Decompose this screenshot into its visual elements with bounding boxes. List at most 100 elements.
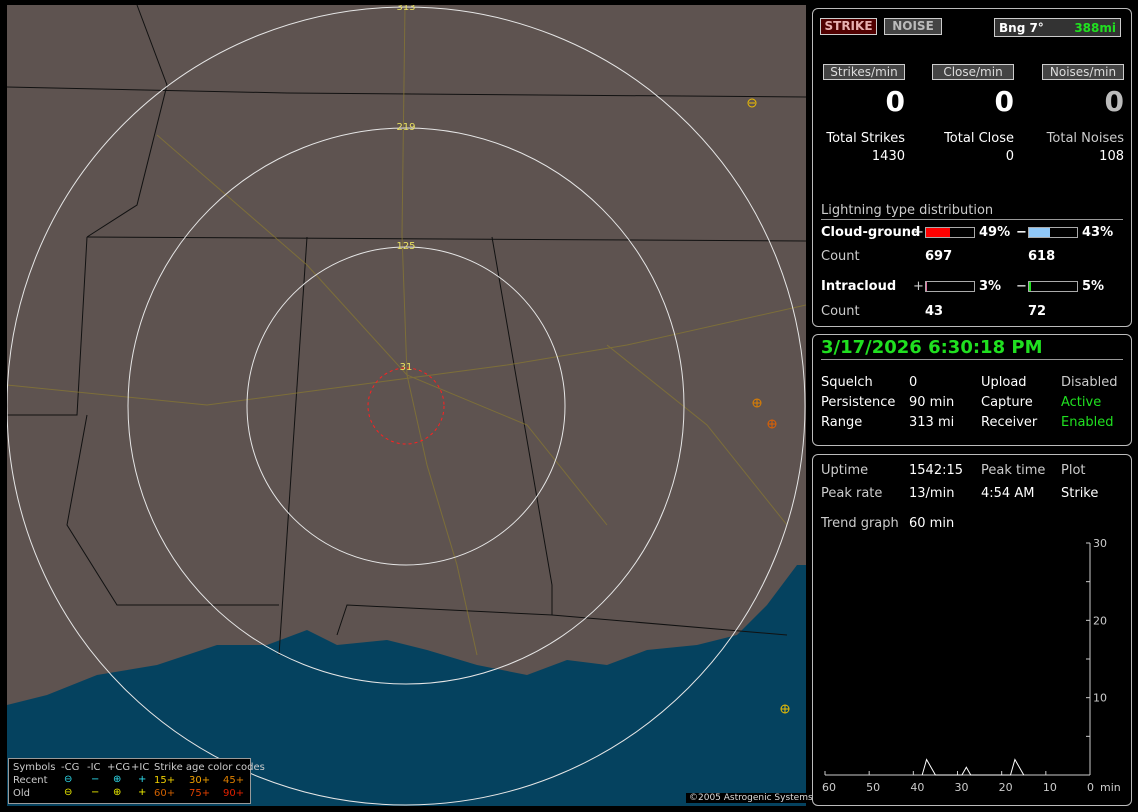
total-strikes-label: Total Strikes [826,131,905,146]
peak-rate-label: Peak rate [821,486,883,501]
age-code: 15+ [154,775,176,786]
trend-graph: 60 50 40 30 20 10 0 min 30 20 10 [822,537,1121,794]
ic-minus-count: 72 [1028,304,1047,319]
ic-plus-count: 43 [925,304,944,319]
info-value: 0 [909,375,918,390]
intracloud-label: Intracloud [821,279,897,294]
y-tick-label: 10 [1093,692,1107,705]
x-tick-label: 20 [999,781,1013,794]
age-code: 45+ [223,775,245,786]
cg-minus-bar [1028,227,1078,238]
count-label: Count [821,304,860,319]
info-value: Enabled [1061,415,1114,430]
plus-cg-old-icon: ⊕ [113,787,122,798]
info-label: Squelch [821,375,873,390]
y-tick-label: 20 [1093,614,1107,627]
uptime-value: 1542:15 [909,463,964,478]
plus-sign: + [913,225,924,240]
x-tick-label: 50 [866,781,880,794]
cloud-ground-label: Cloud-ground [821,225,921,240]
legend-col: +CG [107,762,131,773]
range-ring-label: 313 [396,5,416,13]
minus-cg-recent-icon: ⊖ [64,774,73,785]
roads [7,5,806,656]
stats-panel: Uptime 1542:15 Peak time Plot Peak rate … [812,454,1132,806]
cg-minus-count: 618 [1028,249,1056,264]
ic-plus-percent: 3% [979,279,1002,294]
age-code: 90+ [223,788,245,799]
strikes-per-min-button[interactable]: Strikes/min [823,64,905,80]
x-tick-label: 40 [910,781,924,794]
info-label: Capture [981,395,1033,410]
state-borders [7,5,806,656]
info-label: Persistence [821,395,896,410]
total-noises-label: Total Noises [1046,131,1124,146]
strike-button[interactable]: STRIKE [820,18,877,35]
legend-symbols-label: Symbols [13,762,56,773]
info-value: 313 mi [909,415,955,430]
x-tick-label: 60 [822,781,836,794]
peak-time-value: 4:54 AM [981,486,1035,501]
x-tick-label: 0 [1087,781,1094,794]
peak-rate-value: 13/min [909,486,955,501]
close-per-min-button[interactable]: Close/min [932,64,1014,80]
cg-minus-percent: 43% [1082,225,1114,240]
count-label: Count [821,249,860,264]
range-ring-label: 125 [396,241,416,252]
noises-per-min-value: 0 [1104,85,1124,118]
ic-minus-bar [1028,281,1078,292]
minus-sign: − [1016,279,1027,294]
minus-cg-old-icon: ⊖ [64,787,73,798]
x-tick-label: 10 [1043,781,1057,794]
total-strikes-value: 1430 [871,149,905,164]
range-ring-label: 219 [396,122,416,133]
info-value: 90 min [909,395,955,410]
total-close-label: Total Close [944,131,1014,146]
legend-col: -CG [61,762,80,773]
minus-ic-old-icon: − [91,787,100,798]
x-unit-label: min [1100,781,1121,794]
info-label: Receiver [981,415,1038,430]
info-label: Upload [981,375,1027,390]
uptime-label: Uptime [821,463,869,478]
plus-ic-old-icon: + [138,787,147,798]
ic-plus-bar [925,281,975,292]
close-range-ring [367,367,445,445]
strike-map[interactable]: 313 219 125 31 [7,5,806,806]
cg-plus-percent: 49% [979,225,1011,240]
age-code: 75+ [189,788,211,799]
y-tick-label: 30 [1093,537,1107,550]
noise-button[interactable]: NOISE [884,18,942,35]
plus-cg-recent-icon: ⊕ [113,774,122,785]
plus-ic-recent-icon: + [138,774,147,785]
ic-minus-percent: 5% [1082,279,1105,294]
distance-value: 388mi [1074,21,1116,35]
info-value: Active [1061,395,1102,410]
noises-per-min-button[interactable]: Noises/min [1042,64,1124,80]
plot-value[interactable]: Strike [1061,486,1098,501]
status-panel: STRIKE NOISE Bng 7° 388mi Strikes/min Cl… [812,8,1132,327]
plus-sign: + [913,279,924,294]
peak-time-label: Peak time [981,463,1046,478]
info-panel: 3/17/2026 6:30:18 PM Squelch 0 Upload Disab… [812,334,1132,446]
trend-line [921,758,1025,776]
cg-plus-bar [925,227,975,238]
minus-sign: − [1016,225,1027,240]
close-per-min-value: 0 [994,85,1014,118]
total-close-value: 0 [1005,149,1014,164]
strikes-per-min-value: 0 [885,85,905,118]
trend-graph-value[interactable]: 60 min [909,516,954,531]
age-code: 30+ [189,775,211,786]
info-label: Range [821,415,863,430]
minus-ic-recent-icon: − [91,774,100,785]
trend-graph-label: Trend graph [821,516,899,531]
legend-age-title: Strike age color codes [154,762,265,773]
info-value: Disabled [1061,375,1118,390]
map-legend: Symbols -CG -IC +CG +IC Strike age color… [8,758,265,804]
legend-old-label: Old [13,788,30,799]
bearing-display: Bng 7° 388mi [994,18,1121,37]
x-tick-label: 30 [955,781,969,794]
plot-label: Plot [1061,463,1086,478]
copyright: ©2005 Astrogenic Systems [686,793,816,803]
total-noises-value: 108 [1099,149,1124,164]
